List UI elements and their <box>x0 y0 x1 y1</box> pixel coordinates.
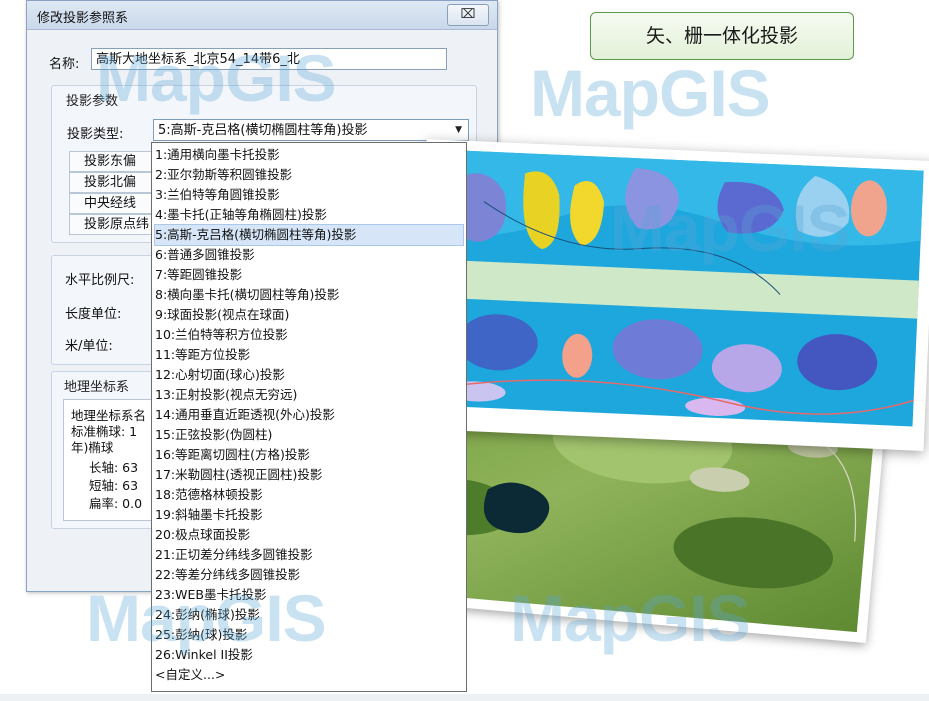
watermark-logo: MapGIS <box>530 56 771 130</box>
dropdown-option[interactable]: 4:墨卡托(正轴等角椭圆柱)投影 <box>155 205 463 225</box>
dropdown-option[interactable]: 20:极点球面投影 <box>155 525 463 545</box>
param-row[interactable]: 投影东偏 <box>69 151 159 172</box>
dropdown-option[interactable]: 2:亚尔勃斯等积圆锥投影 <box>155 165 463 185</box>
dropdown-option[interactable]: 14:通用垂直近距透视(外心)投影 <box>155 405 463 425</box>
length-unit-label: 长度单位: <box>65 307 122 322</box>
dialog-title: 修改投影参照系 <box>37 11 129 26</box>
param-row[interactable]: 投影原点纬 <box>69 214 159 235</box>
dropdown-option[interactable]: 22:等差分纬线多圆锥投影 <box>155 565 463 585</box>
chevron-down-icon[interactable]: ▼ <box>455 120 462 141</box>
geo-info-line: 长轴: 63 <box>89 460 139 475</box>
dropdown-option[interactable]: 1:通用横向墨卡托投影 <box>155 145 463 165</box>
dropdown-option[interactable]: 11:等距方位投影 <box>155 345 463 365</box>
dropdown-option[interactable]: 23:WEB墨卡托投影 <box>155 585 463 605</box>
param-row[interactable]: 中央经线 <box>69 193 159 214</box>
dropdown-option[interactable]: 21:正切差分纬线多圆锥投影 <box>155 545 463 565</box>
param-row[interactable]: 投影北偏 <box>69 172 159 193</box>
feature-banner: 矢、栅一体化投影 <box>590 12 854 60</box>
dropdown-option-selected[interactable]: 5:高斯-克吕格(横切椭圆柱等角)投影 <box>154 224 464 246</box>
name-label: 名称: <box>49 57 80 72</box>
dropdown-option[interactable]: 15:正弦投影(伪圆柱) <box>155 425 463 445</box>
dialog-titlebar: 修改投影参照系 ⌧ <box>27 1 497 30</box>
projection-type-value: 5:高斯-克吕格(横切椭圆柱等角)投影 <box>158 123 368 138</box>
scale-label: 水平比例尺: <box>65 273 135 288</box>
dropdown-option[interactable]: 24:彭纳(椭球)投影 <box>155 605 463 625</box>
dropdown-option[interactable]: 7:等距圆锥投影 <box>155 265 463 285</box>
dropdown-option[interactable]: 10:兰伯特等积方位投影 <box>155 325 463 345</box>
dropdown-option[interactable]: 8:横向墨卡托(横切圆柱等角)投影 <box>155 285 463 305</box>
projection-type-dropdown[interactable]: 1:通用横向墨卡托投影 2:亚尔勃斯等积圆锥投影 3:兰伯特等角圆锥投影 4:墨… <box>151 142 467 692</box>
dropdown-option[interactable]: 13:正射投影(视点无穷远) <box>155 385 463 405</box>
meter-unit-label: 米/单位: <box>65 339 113 354</box>
dropdown-option[interactable]: 18:范德格林顿投影 <box>155 485 463 505</box>
dropdown-option[interactable]: 9:球面投影(视点在球面) <box>155 305 463 325</box>
vector-map-image <box>426 149 924 427</box>
close-button[interactable]: ⌧ <box>447 4 489 26</box>
geo-info-line: 扁率: 0.0 <box>89 496 143 511</box>
dropdown-option[interactable]: 25:彭纳(球)投影 <box>155 625 463 645</box>
dropdown-option[interactable]: 26:Winkel II投影 <box>155 645 463 665</box>
geo-info-line: 年)椭球 <box>71 440 114 455</box>
dropdown-option[interactable]: 19:斜轴墨卡托投影 <box>155 505 463 525</box>
name-input[interactable]: 高斯大地坐标系_北京54_14带6_北 <box>91 48 447 70</box>
bottom-divider <box>0 694 929 701</box>
dropdown-option[interactable]: 16:等距离切圆柱(方格)投影 <box>155 445 463 465</box>
vector-map-card <box>413 139 929 451</box>
dropdown-option[interactable]: 17:米勒圆柱(透视正圆柱)投影 <box>155 465 463 485</box>
projection-type-select[interactable]: 5:高斯-克吕格(横切椭圆柱等角)投影 ▼ <box>153 119 469 141</box>
dropdown-option[interactable]: 6:普通多圆锥投影 <box>155 245 463 265</box>
dropdown-option[interactable]: 12:心射切面(球心)投影 <box>155 365 463 385</box>
projection-params-title: 投影参数 <box>66 94 119 109</box>
projection-type-label: 投影类型: <box>67 127 124 142</box>
dropdown-option[interactable]: 3:兰伯特等角圆锥投影 <box>155 185 463 205</box>
geo-coord-title: 地理坐标系 <box>64 380 130 395</box>
dropdown-option[interactable]: <自定义...> <box>155 665 463 685</box>
geo-info-line: 短轴: 63 <box>89 478 139 493</box>
